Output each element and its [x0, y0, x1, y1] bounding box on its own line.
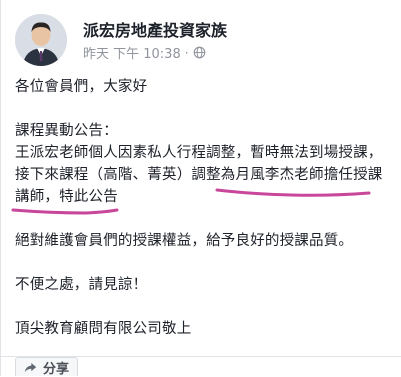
- post-blank-line: [15, 296, 391, 318]
- facebook-post: 派宏房地產投資家族 昨天 下午 10:38 · 各位會員們，大家好 課程異動公告…: [0, 0, 401, 377]
- share-icon: [24, 362, 37, 372]
- author-name[interactable]: 派宏房地產投資家族: [83, 17, 227, 41]
- post-line-greeting: 各位會員們，大家好: [15, 79, 148, 95]
- post-blank-line: [15, 98, 391, 120]
- post-line-notice-1: 王派宏老師個人因素私人行程調整，暫時無法到場授課，: [15, 145, 383, 161]
- share-label: 分享: [43, 361, 70, 377]
- author-avatar[interactable]: [15, 14, 67, 66]
- post-line-notice-2: 接下來課程（高階、菁英）調整為月風李杰老師擔任授課: [15, 167, 383, 183]
- post-blank-line: [15, 208, 391, 230]
- post-body: 各位會員們，大家好 課程異動公告： 王派宏老師個人因素私人行程調整，暫時無法到場…: [15, 76, 391, 340]
- post-line-heading: 課程異動公告：: [15, 123, 118, 139]
- post-meta: 昨天 下午 10:38 ·: [83, 43, 206, 62]
- post-blank-line: [15, 252, 391, 274]
- meta-separator: ·: [184, 45, 189, 60]
- share-button[interactable]: 分享: [15, 357, 79, 377]
- post-line-apology: 不便之處，請見諒！: [15, 277, 148, 293]
- post-line-notice-3: 講師，特此公告: [15, 189, 118, 205]
- post-line-commitment: 絕對維護會員們的授課權益，給予良好的授課品質。: [15, 233, 354, 249]
- post-line-signature: 頂尖教育顧問有限公司敬上: [15, 321, 192, 337]
- post-timestamp[interactable]: 昨天 下午 10:38: [83, 43, 181, 62]
- post-actions: 分享: [15, 357, 79, 377]
- avatar-image: [15, 14, 67, 66]
- globe-icon[interactable]: [193, 46, 206, 59]
